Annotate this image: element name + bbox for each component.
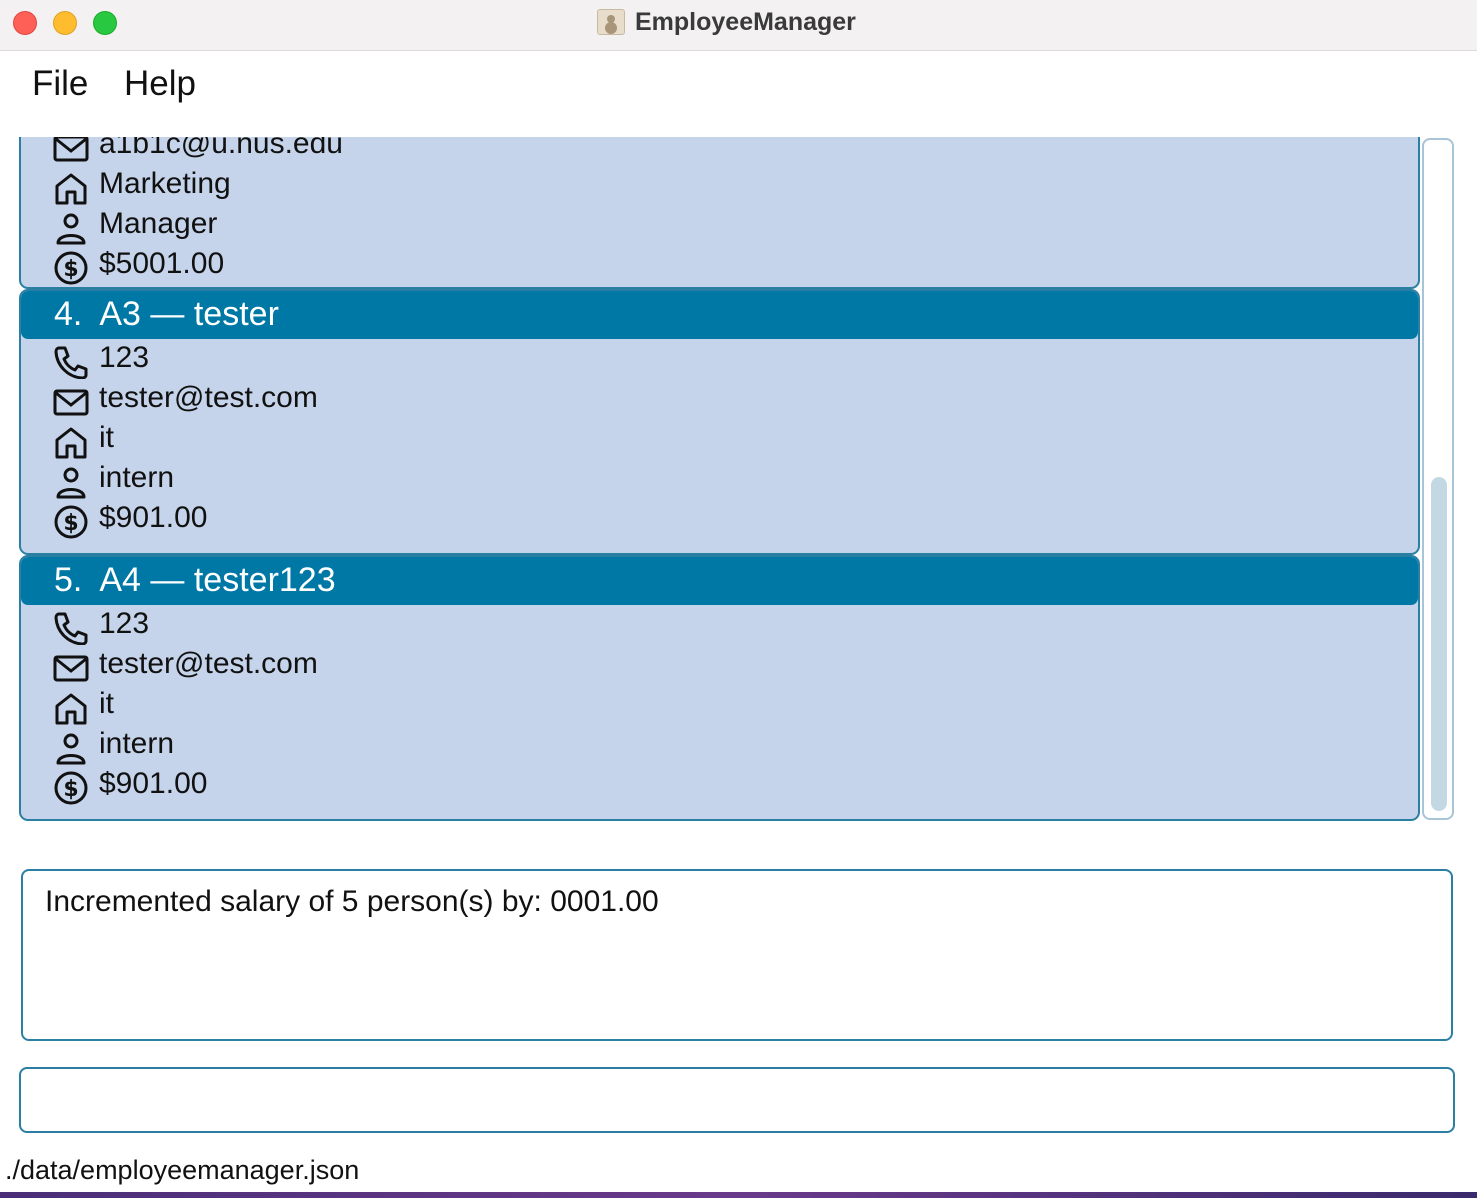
result-message: Incremented salary of 5 person(s) by: 00… xyxy=(45,885,659,918)
desktop-edge xyxy=(0,1192,1477,1198)
dollar-icon: $ xyxy=(54,771,88,805)
menu-bar: File Help xyxy=(0,51,1477,137)
department-value: it xyxy=(99,687,114,720)
salary-value: $5001.00 xyxy=(99,247,225,280)
department-value: Marketing xyxy=(99,167,231,200)
card-header: 5. A4 — tester123 xyxy=(21,557,1418,605)
dollar-icon: $ xyxy=(54,505,88,539)
menu-file[interactable]: File xyxy=(32,64,88,104)
person-icon xyxy=(56,467,86,499)
email-value: tester@test.com xyxy=(99,647,318,680)
department-value: it xyxy=(99,421,114,454)
person-icon xyxy=(56,213,86,245)
card-title: 5. A4 — tester123 xyxy=(54,561,336,599)
employee-card[interactable]: a1b1c@u.nus.edu Marketing Manager $ $500… xyxy=(19,137,1420,289)
command-input[interactable] xyxy=(31,1077,1445,1125)
email-value: a1b1c@u.nus.edu xyxy=(99,137,343,160)
command-box[interactable] xyxy=(19,1067,1455,1133)
role-value: intern xyxy=(99,461,175,494)
minimize-window-button[interactable] xyxy=(53,11,77,35)
phone-icon xyxy=(54,346,88,379)
scrollbar-thumb[interactable] xyxy=(1431,477,1447,811)
app-icon xyxy=(597,9,625,35)
close-window-button[interactable] xyxy=(13,11,37,35)
list-scrollbar[interactable] xyxy=(1422,138,1454,820)
mail-icon xyxy=(53,655,89,682)
employee-card[interactable]: 4. A3 — tester 123 tester@test.com it in… xyxy=(19,289,1420,555)
result-display: Incremented salary of 5 person(s) by: 00… xyxy=(21,869,1453,1041)
phone-icon xyxy=(54,612,88,645)
salary-value: $901.00 xyxy=(99,767,208,800)
employee-card[interactable]: 5. A4 — tester123 123 tester@test.com it xyxy=(19,555,1420,821)
svg-text:$: $ xyxy=(63,511,78,536)
status-file-path: ./data/employeemanager.json xyxy=(5,1155,360,1185)
card-header: 4. A3 — tester xyxy=(21,291,1418,339)
home-icon xyxy=(55,693,87,725)
title-bar: EmployeeManager xyxy=(0,0,1477,51)
window-title: EmployeeManager xyxy=(635,8,856,36)
mail-icon xyxy=(53,389,89,416)
role-value: intern xyxy=(99,727,175,760)
employee-list[interactable]: a1b1c@u.nus.edu Marketing Manager $ $500… xyxy=(0,137,1422,827)
phone-value: 123 xyxy=(99,607,150,640)
maximize-window-button[interactable] xyxy=(93,11,117,35)
menu-help[interactable]: Help xyxy=(124,64,196,104)
email-value: tester@test.com xyxy=(99,381,318,414)
salary-value: $901.00 xyxy=(99,501,208,534)
mail-icon xyxy=(53,137,89,162)
svg-text:$: $ xyxy=(63,777,78,802)
phone-value: 123 xyxy=(99,341,150,374)
dollar-icon: $ xyxy=(54,251,88,285)
home-icon xyxy=(55,173,87,205)
home-icon xyxy=(55,427,87,459)
svg-text:$: $ xyxy=(63,257,78,282)
person-icon xyxy=(56,733,86,765)
role-value: Manager xyxy=(99,207,218,240)
card-title: 4. A3 — tester xyxy=(54,295,279,333)
